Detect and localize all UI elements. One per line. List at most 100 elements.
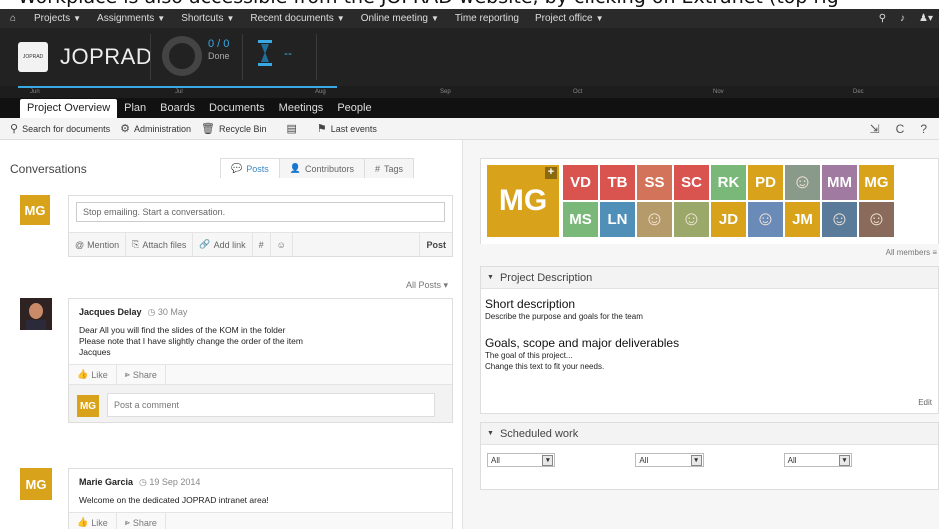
menu-item-label: Project office [535,13,593,24]
member-initials: VD [570,174,591,191]
status-select[interactable]: All ▾ [783,453,852,467]
action-label: Add link [213,239,246,250]
member-tile[interactable]: MM [822,165,857,200]
share-button[interactable]: ⩺ Share [117,364,166,385]
emoji-button[interactable]: ☺ [271,232,293,257]
user-icon[interactable]: ♟▾ [919,13,933,24]
project-description-header[interactable]: ▼ Project Description [481,267,938,289]
conversations-header: Conversations 💬 Posts 👤 Contributors # Tags [0,140,462,180]
posts-filter[interactable]: All Posts ▾ [406,280,448,291]
top-right-icons: ⚲ ♪ ♟▾ [879,9,933,28]
hashtag-button[interactable]: # [253,232,271,257]
timeline: Jun Jul Aug Sep Oct Nov Dec [0,86,939,98]
recycle-bin-label: Recycle Bin [218,123,267,134]
add-link-button[interactable]: 🔗 Add link [193,232,253,257]
attach-files-button[interactable]: ⎘ Attach files [126,232,194,257]
member-tile[interactable]: ☺ [859,202,894,237]
person-photo: ☺ [644,208,665,230]
member-tile[interactable]: RK [711,165,746,200]
menu-item-label: Assignments [97,13,155,24]
like-button[interactable]: 👍 Like [69,512,117,529]
bell-icon[interactable]: ♪ [900,13,905,24]
all-members-link[interactable]: All members ≡ [886,248,937,257]
tab-documents[interactable]: Documents [202,99,272,118]
member-tile[interactable]: ☺ [674,202,709,237]
share-button[interactable]: ⩺ Share [117,512,166,529]
tab-meetings[interactable]: Meetings [272,99,331,118]
administration-button[interactable]: ⚙ Administration [120,122,191,135]
member-initials: MM [827,174,852,191]
tab-people[interactable]: People [330,99,378,118]
scheduled-work-header[interactable]: ▼ Scheduled work [481,423,938,445]
home-icon[interactable]: ⌂ [0,13,26,24]
member-tile[interactable]: PD [748,165,783,200]
menu-item-label: Recent documents [250,13,334,24]
menu-item[interactable]: Shortcuts ▼ [173,13,242,24]
status-select[interactable]: All ▾ [487,453,556,467]
all-members-label: All members [885,248,931,257]
member-tile[interactable]: ☺ [748,202,783,237]
avatar: MG [77,395,99,417]
chat-icon: 💬 [231,163,243,173]
message-button[interactable]: ▤ [287,122,297,135]
member-tile[interactable]: MS [563,202,598,237]
status-select[interactable]: All ▾ [635,453,704,467]
help-icon[interactable]: ? [920,122,927,136]
member-tile[interactable]: LN [600,202,635,237]
menu-item[interactable]: Online meeting ▼ [353,13,447,24]
member-initials: SS [644,174,665,191]
member-tile[interactable]: VD [563,165,598,200]
last-events-label: Last events [330,123,377,134]
post-line: Jacques [79,347,111,357]
post-header: Jacques Delay ◷ 30 May [79,307,442,318]
post-author[interactable]: Marie Garcia [79,477,133,487]
menu-item[interactable]: Assignments ▼ [89,13,173,24]
edit-button[interactable]: Edit [918,398,932,407]
post-box: Jacques Delay ◷ 30 May Dear All you will … [68,298,453,423]
timeline-month: Nov [713,89,724,95]
member-tile[interactable]: ☺ [637,202,672,237]
conversation-input[interactable]: Stop emailing. Start a conversation. [76,202,445,222]
member-tile[interactable]: ☺ [822,202,857,237]
person-photo: ☺ [681,208,702,230]
tab-project-overview[interactable]: Project Overview [20,99,118,118]
post-header: Marie Garcia ◷ 19 Sep 2014 [79,477,442,488]
post-button[interactable]: Post [419,232,452,257]
member-tile-big[interactable]: MG + [487,165,559,237]
post-author[interactable]: Jacques Delay [79,307,142,317]
hourglass-icon [258,40,272,66]
search-documents-button[interactable]: ⚲ Search for documents [10,122,110,135]
post-date: ◷ 19 Sep 2014 [139,477,201,487]
member-tile[interactable]: MG [859,165,894,200]
menu-item[interactable]: Time reporting [447,13,527,24]
member-tile[interactable]: SC [674,165,709,200]
search-icon[interactable]: ⚲ [879,13,886,24]
mention-button[interactable]: @ Mention [69,232,127,257]
tab-posts[interactable]: 💬 Posts [220,158,280,178]
member-tile[interactable]: SS [637,165,672,200]
recycle-bin-button[interactable]: 🗑 Recycle Bin [201,122,267,135]
tab-contributors[interactable]: 👤 Contributors [278,158,365,178]
like-button[interactable]: 👍 Like [69,364,117,385]
menu-item[interactable]: Projects ▼ [26,13,89,24]
at-icon: @ [75,239,85,250]
plus-icon[interactable]: + [545,167,557,179]
comment-input[interactable]: Post a comment [107,393,435,417]
member-tile[interactable]: ☺ [785,165,820,200]
last-events-button[interactable]: ⚑ Last events [317,122,377,135]
member-tile[interactable]: JD [711,202,746,237]
member-initials: MS [569,211,592,228]
menu-item[interactable]: Project office ▼ [527,13,612,24]
member-initials: PD [755,174,776,191]
refresh-icon[interactable]: C [896,122,905,136]
toolbar: ⚲ Search for documents ⚙ Administration 🗑 R… [0,118,939,140]
tab-boards[interactable]: Boards [153,99,202,118]
select-value: All [787,455,797,465]
member-tile[interactable]: JM [785,202,820,237]
tab-plan[interactable]: Plan [117,99,153,118]
collapse-icon[interactable]: ⇲ [870,122,880,136]
menu-item[interactable]: Recent documents ▼ [242,13,352,24]
tab-tags[interactable]: # Tags [363,158,415,178]
chevron-down-icon: ▼ [73,14,82,23]
member-tile[interactable]: TB [600,165,635,200]
